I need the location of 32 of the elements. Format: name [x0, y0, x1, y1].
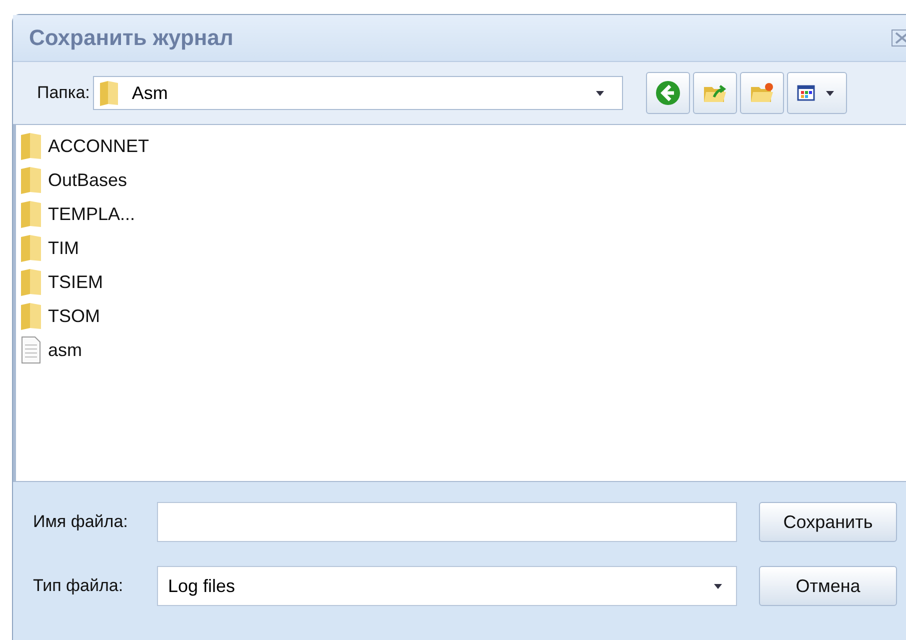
file-item[interactable]: OutBases: [20, 163, 906, 197]
file-item[interactable]: ACCONNET: [20, 129, 906, 163]
folder-label: Папка:: [37, 83, 90, 103]
folder-icon: [20, 268, 42, 296]
folder-icon: [20, 166, 42, 194]
new-folder-icon: [748, 81, 775, 105]
grid-view-icon: [796, 83, 836, 103]
document-icon: [20, 336, 42, 364]
window-title: Сохранить журнал: [29, 25, 234, 51]
folder-icon: [20, 234, 42, 262]
filename-label: Имя файла:: [33, 512, 129, 532]
cancel-button[interactable]: Отмена: [759, 566, 897, 606]
folder-icon: [20, 200, 42, 228]
file-item[interactable]: TSOM: [20, 299, 906, 333]
file-item[interactable]: asm: [20, 333, 906, 367]
file-item[interactable]: TSIEM: [20, 265, 906, 299]
filename-field[interactable]: [157, 502, 737, 542]
filetype-label: Тип файла:: [33, 576, 124, 596]
folder-dropdown[interactable]: Asm: [92, 76, 623, 110]
save-button[interactable]: Сохранить: [759, 502, 897, 542]
folder-icon: [20, 302, 42, 330]
up-folder-button[interactable]: [692, 72, 737, 114]
folder-icon: [20, 132, 42, 160]
back-button[interactable]: [646, 72, 690, 114]
caret-icon: [596, 90, 604, 96]
new-folder-button[interactable]: [740, 72, 784, 114]
file-item[interactable]: TIM: [20, 231, 906, 265]
caret-icon: [714, 584, 722, 588]
filetype-dropdown[interactable]: Log files: [157, 566, 737, 606]
folder-icon: [98, 80, 120, 106]
file-item[interactable]: TEMPLA...: [20, 197, 906, 231]
view-menu-button[interactable]: [786, 72, 847, 114]
